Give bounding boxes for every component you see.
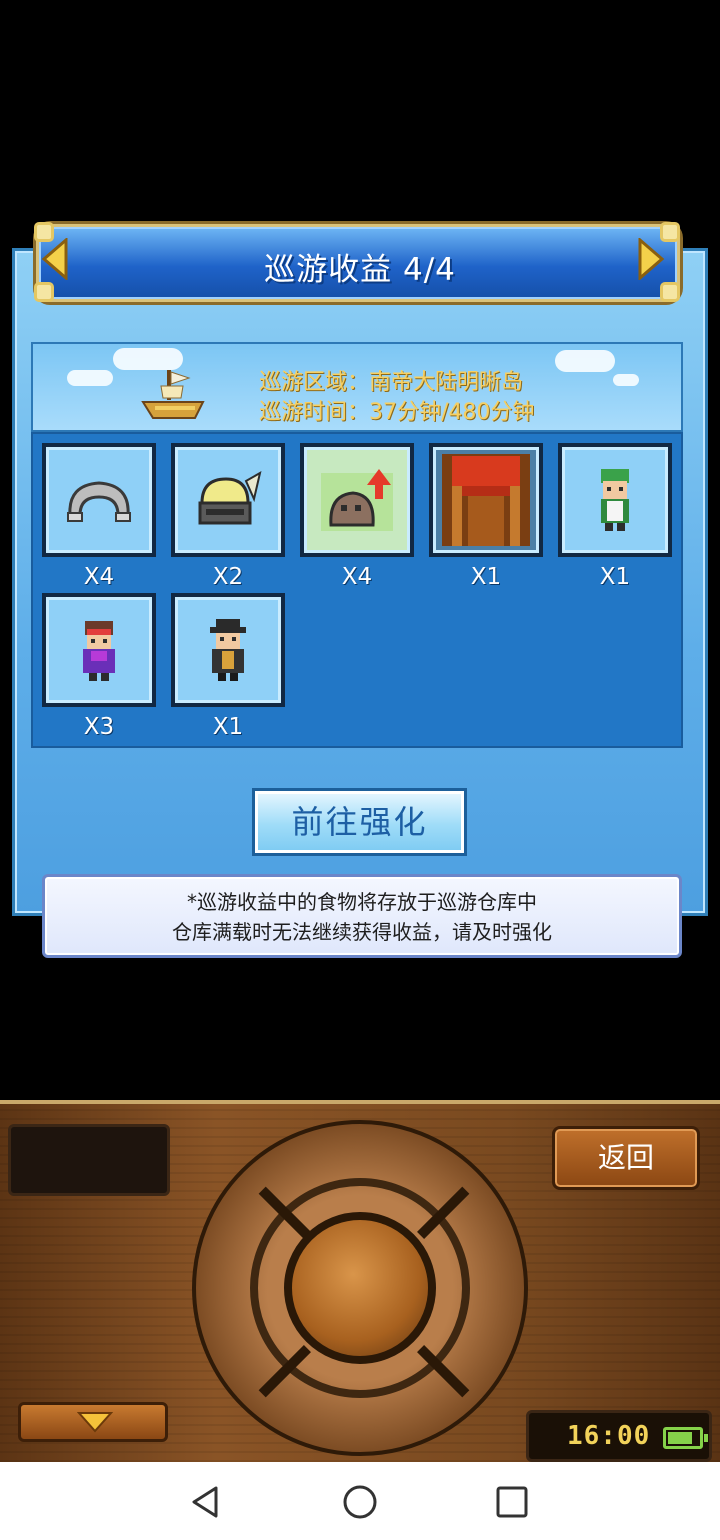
clock-time: 16:00: [567, 1421, 651, 1451]
reward-slot[interactable]: [42, 443, 156, 557]
reward-slot[interactable]: [171, 443, 285, 557]
reward-slot[interactable]: [171, 593, 285, 707]
helmet-icon: [198, 470, 262, 525]
reward-qty: X4: [83, 564, 115, 590]
reward-qty: X1: [599, 564, 631, 590]
go-upgrade-button[interactable]: 前往强化: [252, 788, 467, 856]
system-nav-bar: [0, 1462, 720, 1540]
back-button[interactable]: 返回: [552, 1126, 700, 1190]
reward-slot[interactable]: [42, 593, 156, 707]
mini-screen: [8, 1124, 170, 1196]
storage-note: *巡游收益中的食物将存放于巡游仓库中 仓库满载时无法继续获得收益，请及时强化: [42, 874, 682, 958]
note-line-1: *巡游收益中的食物将存放于巡游仓库中: [187, 890, 537, 914]
cruise-area-text: 巡游区域：南帝大陆明晰岛: [259, 370, 524, 395]
cruise-info-banner: 巡游区域：南帝大陆明晰岛 巡游时间：37分钟/480分钟: [31, 342, 683, 432]
dialog-title: 巡游收益 4/4: [264, 252, 456, 288]
back-triangle-icon[interactable]: [186, 1482, 226, 1522]
home-circle-icon[interactable]: [340, 1482, 380, 1522]
battery-icon: [663, 1427, 708, 1449]
black-hat-character-icon: [210, 619, 246, 681]
clock-display: 16:00: [526, 1410, 712, 1462]
reward-slot[interactable]: [429, 443, 543, 557]
crab-claw-icon: [67, 481, 131, 522]
reward-qty: X4: [341, 564, 373, 590]
purple-ninja-character-icon: [83, 621, 115, 681]
note-line-2: 仓库满载时无法继续获得收益，请及时强化: [172, 920, 552, 944]
recents-square-icon[interactable]: [492, 1482, 532, 1522]
green-hair-character-icon: [601, 469, 629, 531]
red-banner-icon: [442, 454, 530, 546]
reward-qty: X3: [83, 714, 115, 740]
rock-upgrade-icon: [321, 469, 393, 531]
cloud-icon: [555, 350, 615, 372]
cruise-ship-icon: [141, 370, 205, 419]
reward-slot[interactable]: [300, 443, 414, 557]
game-controller: 返回 16:00: [0, 1100, 720, 1462]
menu-down-button[interactable]: [18, 1402, 168, 1442]
dpad-center-button[interactable]: [284, 1212, 436, 1364]
cloud-icon: [67, 370, 113, 386]
reward-qty: X1: [470, 564, 502, 590]
cruise-time-text: 巡游时间：37分钟/480分钟: [259, 400, 535, 425]
reward-qty: X1: [212, 714, 244, 740]
reward-qty: X2: [212, 564, 244, 590]
reward-slot[interactable]: [558, 443, 672, 557]
down-arrow-icon: [77, 1412, 113, 1433]
cloud-icon: [613, 374, 639, 386]
dpad[interactable]: [192, 1120, 528, 1456]
